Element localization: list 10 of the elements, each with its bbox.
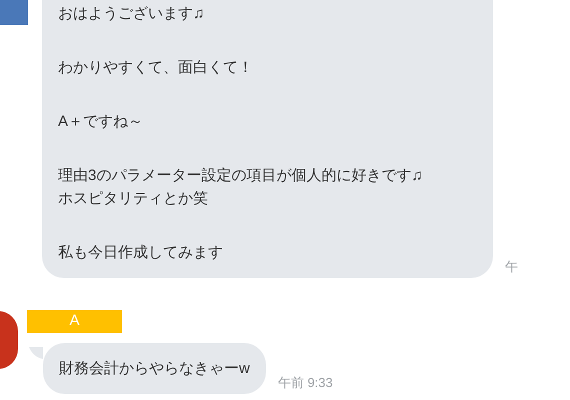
message-text: 私も今日作成してみます	[58, 243, 224, 263]
message-text: わかりやすくて、面白くて！	[58, 58, 254, 78]
message-text: 財務会計からやらなきゃーw	[59, 359, 250, 379]
sender-name: A	[27, 310, 122, 333]
message-text: 理由3のパラメーター設定の項目が個人的に好きです♫	[58, 166, 424, 186]
message-text: A＋ですね～	[58, 112, 144, 132]
message-text: おはようございます♫	[58, 4, 206, 24]
message-time: 午前 9:33	[278, 374, 333, 392]
message-time: 午	[505, 258, 518, 276]
message-text: ホスピタリティとか笑	[58, 189, 209, 209]
